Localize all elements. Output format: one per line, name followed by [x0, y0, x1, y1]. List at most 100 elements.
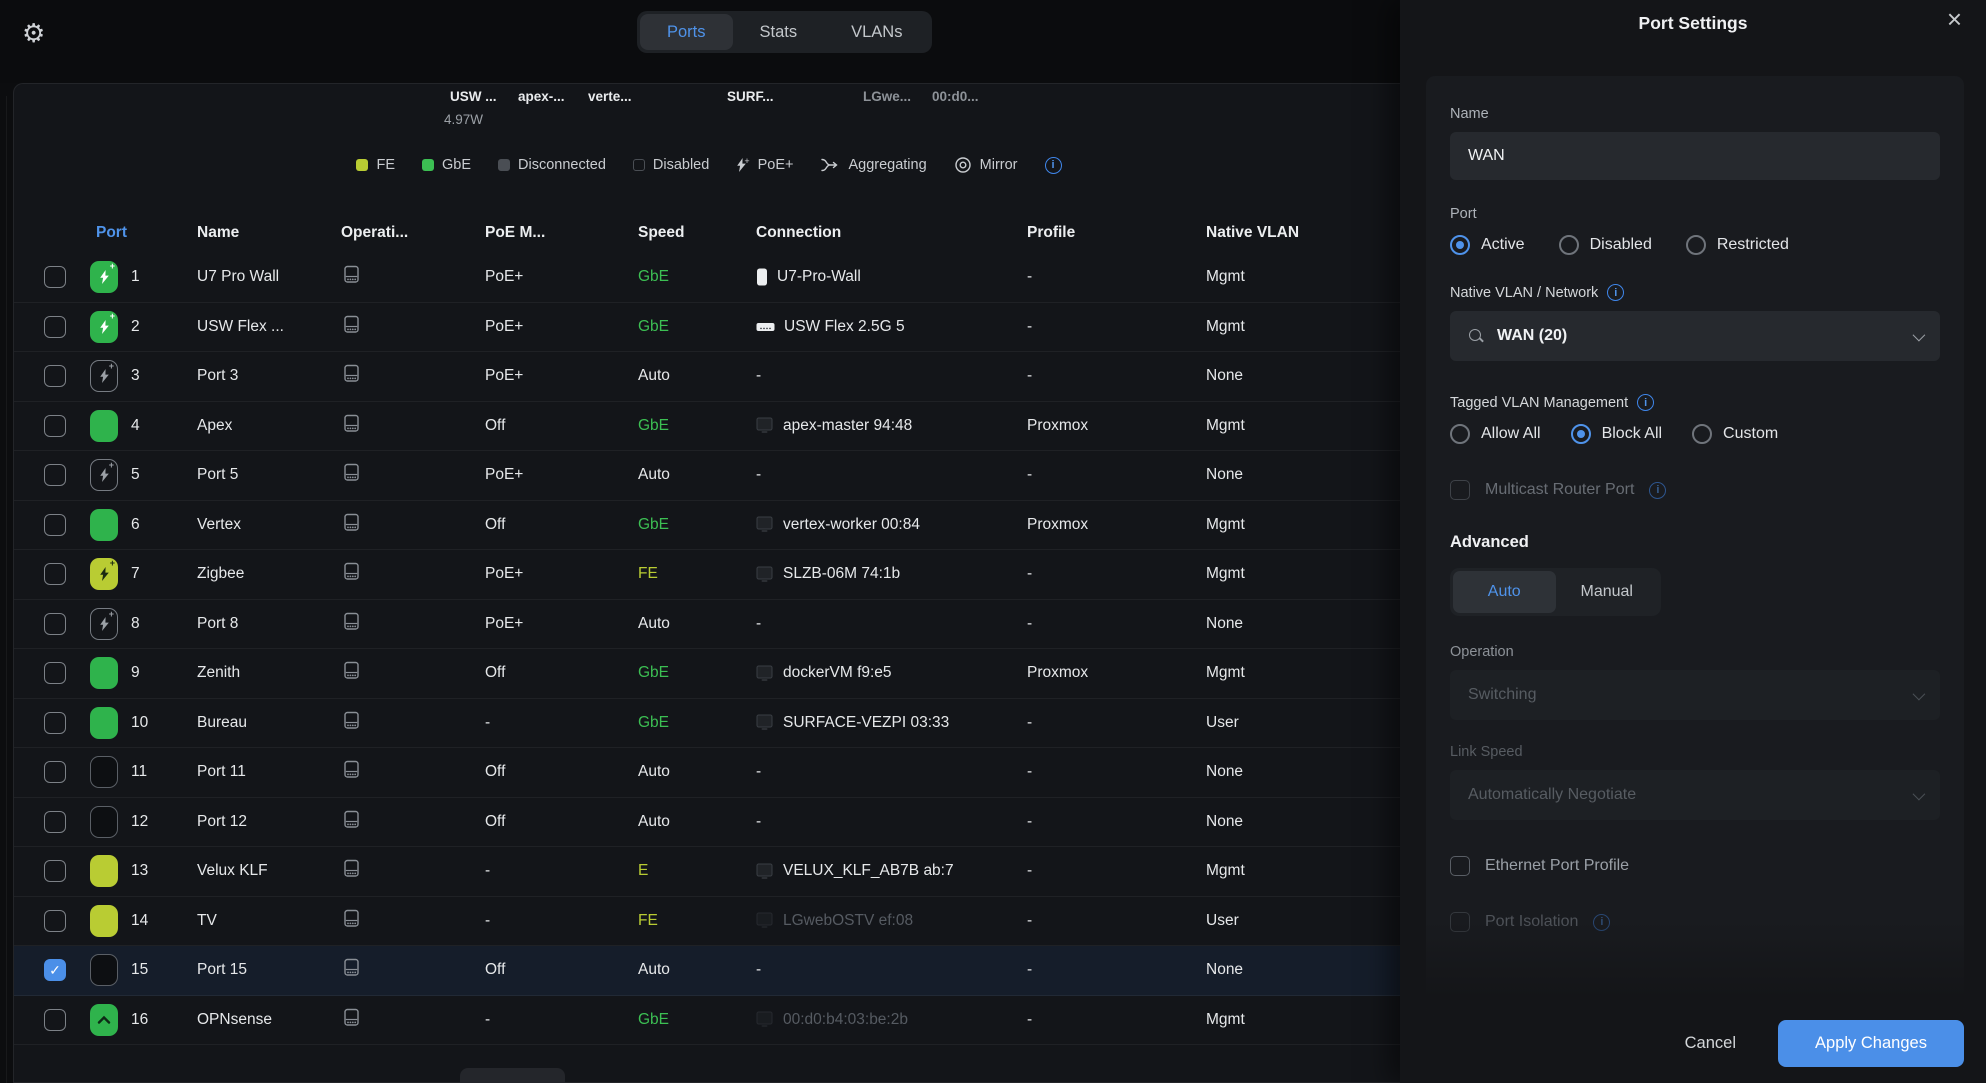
- tab-vlans[interactable]: VLANs: [824, 14, 929, 50]
- column-header-nativevlan[interactable]: Native VLAN: [1206, 224, 1299, 242]
- operation-switching-icon: [341, 1008, 362, 1032]
- radio-tagged-allow-all[interactable]: Allow All: [1450, 424, 1541, 444]
- name-input[interactable]: [1450, 132, 1940, 180]
- port-number: 1: [131, 268, 140, 286]
- port-state-radios: Active Disabled Restricted: [1450, 235, 1940, 255]
- close-icon[interactable]: ×: [1947, 6, 1962, 32]
- table-row[interactable]: 6VertexOffGbEvertex-worker 00:84ProxmoxM…: [14, 501, 1414, 551]
- apply-changes-button[interactable]: Apply Changes: [1778, 1020, 1964, 1067]
- column-header-name[interactable]: Name: [197, 224, 239, 242]
- row-checkbox[interactable]: [44, 662, 66, 684]
- radio-icon: [1450, 235, 1470, 255]
- row-checkbox[interactable]: [44, 415, 66, 437]
- info-icon[interactable]: i: [1637, 394, 1654, 411]
- table-row[interactable]: 9ZenithOffGbEdockerVM f9:e5ProxmoxMgmt: [14, 649, 1414, 699]
- native-vlan: None: [1206, 367, 1243, 385]
- radio-label: Disabled: [1590, 236, 1652, 254]
- port-status-icon: [90, 1004, 118, 1036]
- info-icon[interactable]: i: [1045, 157, 1062, 174]
- native-vlan: Mgmt: [1206, 862, 1245, 880]
- port-isolation-checkbox[interactable]: [1450, 912, 1470, 932]
- legend-item: +PoE+: [736, 157, 793, 173]
- table-row[interactable]: 4ApexOffGbEapex-master 94:48ProxmoxMgmt: [14, 402, 1414, 452]
- port-number: 8: [131, 615, 140, 633]
- tab-ports[interactable]: Ports: [640, 14, 733, 50]
- table-row[interactable]: +1U7 Pro WallPoE+GbEU7-Pro-Wall-Mgmt: [14, 253, 1414, 303]
- tab-stats[interactable]: Stats: [733, 14, 825, 50]
- operation-switching-icon: [341, 958, 362, 982]
- poe-mode: Off: [485, 813, 505, 831]
- link-speed-label: Link Speed: [1450, 744, 1940, 760]
- row-checkbox[interactable]: [44, 514, 66, 536]
- legend-label: Mirror: [980, 157, 1018, 173]
- table-row[interactable]: +3Port 3PoE+Auto--None: [14, 352, 1414, 402]
- column-header-speed[interactable]: Speed: [638, 224, 685, 242]
- row-checkbox[interactable]: [44, 761, 66, 783]
- table-row[interactable]: +2USW Flex ...PoE+GbEUSW Flex 2.5G 5-Mgm…: [14, 303, 1414, 353]
- row-checkbox[interactable]: [44, 266, 66, 288]
- row-checkbox[interactable]: [44, 811, 66, 833]
- speed: FE: [638, 565, 658, 583]
- row-checkbox[interactable]: [44, 464, 66, 486]
- legend-label: Disconnected: [518, 157, 606, 173]
- radio-tagged-block-all[interactable]: Block All: [1571, 424, 1662, 444]
- connection: SURFACE-VEZPI 03:33: [756, 714, 1018, 732]
- table-row[interactable]: ✓15Port 15OffAuto--None: [14, 946, 1414, 996]
- view-tabs: PortsStatsVLANs: [637, 11, 932, 53]
- table-row[interactable]: +8Port 8PoE+Auto--None: [14, 600, 1414, 650]
- speed: GbE: [638, 268, 669, 286]
- table-row[interactable]: +5Port 5PoE+Auto--None: [14, 451, 1414, 501]
- row-checkbox[interactable]: [44, 860, 66, 882]
- row-checkbox[interactable]: [44, 563, 66, 585]
- ethernet-profile-checkbox[interactable]: [1450, 856, 1470, 876]
- table-row[interactable]: 12Port 12OffAuto--None: [14, 798, 1414, 848]
- info-icon: i: [1593, 914, 1610, 931]
- port-name: Vertex: [197, 516, 241, 534]
- cancel-button[interactable]: Cancel: [1685, 1034, 1736, 1053]
- table-row[interactable]: +7ZigbeePoE+FESLZB-06M 74:1b-Mgmt: [14, 550, 1414, 600]
- connected-device-label: LGwe...: [863, 89, 911, 104]
- table-row[interactable]: 16OPNsense-GbE00:d0:b4:03:be:2b-Mgmt: [14, 996, 1414, 1046]
- column-header-connection[interactable]: Connection: [756, 224, 841, 242]
- info-icon[interactable]: i: [1607, 284, 1624, 301]
- multicast-checkbox[interactable]: [1450, 480, 1470, 500]
- native-vlan-dropdown[interactable]: WAN (20): [1450, 311, 1940, 361]
- column-header-operati[interactable]: Operati...: [341, 224, 408, 242]
- port-number: 10: [131, 714, 148, 732]
- connection: -: [756, 615, 1018, 633]
- table-row[interactable]: 11Port 11OffAuto--None: [14, 748, 1414, 798]
- advanced-heading: Advanced: [1450, 533, 1940, 552]
- info-icon[interactable]: i: [1649, 482, 1666, 499]
- radio-tagged-custom[interactable]: Custom: [1692, 424, 1778, 444]
- radio-port-restricted[interactable]: Restricted: [1686, 235, 1789, 255]
- settings-gear-icon[interactable]: ⚙: [22, 18, 45, 49]
- operation-switching-icon: [341, 909, 362, 933]
- pagination-stub[interactable]: [460, 1068, 565, 1083]
- poe-mode: -: [485, 714, 490, 732]
- radio-icon: [1450, 424, 1470, 444]
- row-checkbox[interactable]: [44, 365, 66, 387]
- port-name: Bureau: [197, 714, 247, 732]
- row-checkbox[interactable]: ✓: [44, 959, 66, 981]
- table-row[interactable]: 13Velux KLF-EVELUX_KLF_AB7B ab:7-Mgmt: [14, 847, 1414, 897]
- port-status-icon: [90, 905, 118, 937]
- poe-mode: PoE+: [485, 565, 523, 583]
- row-checkbox[interactable]: [44, 316, 66, 338]
- row-checkbox[interactable]: [44, 910, 66, 932]
- column-header-poem[interactable]: PoE M...: [485, 224, 545, 242]
- table-row[interactable]: 10Bureau-GbESURFACE-VEZPI 03:33-User: [14, 699, 1414, 749]
- column-header-profile[interactable]: Profile: [1027, 224, 1075, 242]
- legend-label: FE: [376, 157, 395, 173]
- row-checkbox[interactable]: [44, 712, 66, 734]
- table-row[interactable]: 14TV-FELGwebOSTV ef:08-User: [14, 897, 1414, 947]
- mode-segment-manual[interactable]: Manual: [1556, 571, 1659, 613]
- mode-segment-auto[interactable]: Auto: [1453, 571, 1556, 613]
- legend-label: Disabled: [653, 157, 709, 173]
- row-checkbox[interactable]: [44, 1009, 66, 1031]
- column-header-port[interactable]: Port: [96, 224, 127, 242]
- poe-icon: +: [736, 158, 749, 172]
- row-checkbox[interactable]: [44, 613, 66, 635]
- radio-port-active[interactable]: Active: [1450, 235, 1525, 255]
- radio-port-disabled[interactable]: Disabled: [1559, 235, 1652, 255]
- swatch-disconnected: [498, 159, 510, 171]
